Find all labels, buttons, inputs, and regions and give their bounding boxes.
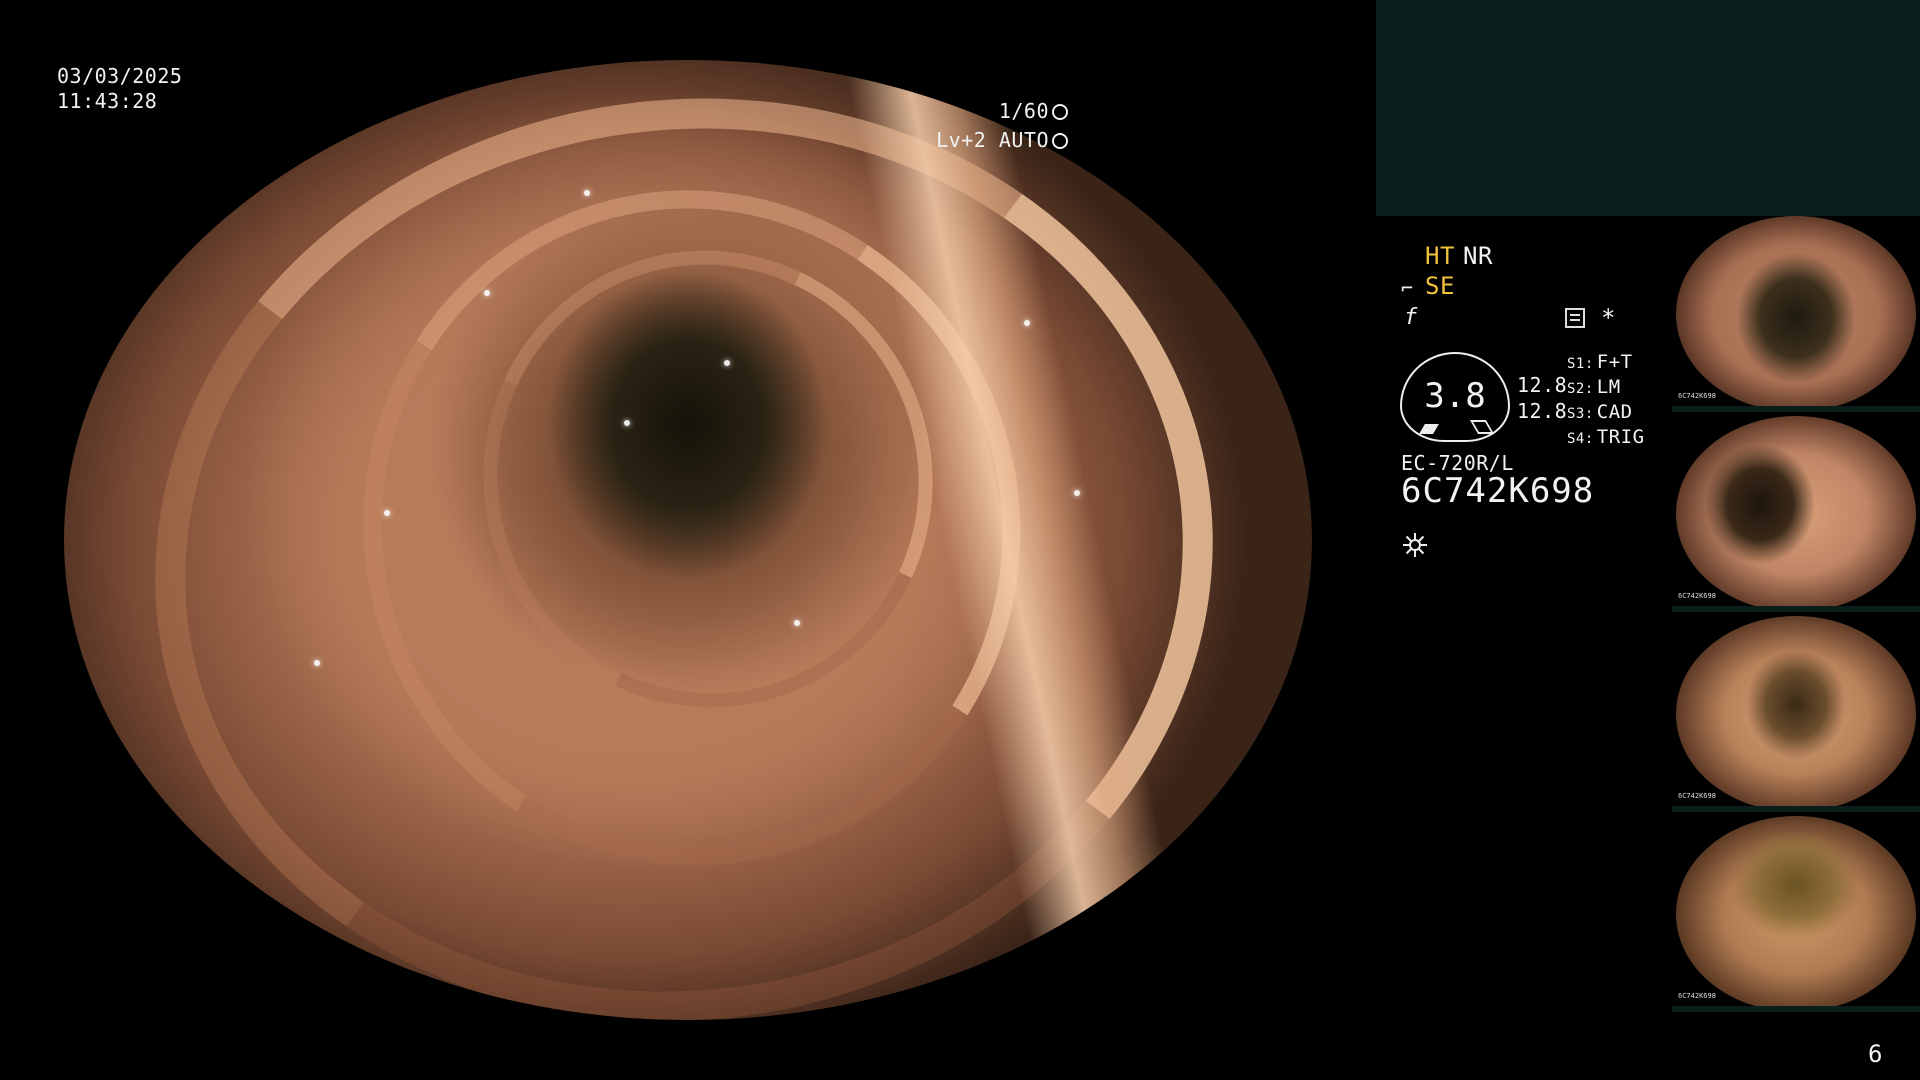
switch-s1-key: S1: bbox=[1567, 356, 1594, 372]
light-reflection bbox=[484, 290, 490, 296]
page-number: 6 bbox=[1868, 1040, 1883, 1068]
switch-s1-value: F+T bbox=[1596, 351, 1633, 373]
light-reflection bbox=[1074, 490, 1080, 496]
shutter-speed: 1/60 bbox=[999, 98, 1068, 125]
date-label: 03/03/2025 bbox=[57, 64, 183, 88]
time-label: 11:43:28 bbox=[57, 89, 158, 113]
gauge-right-top: 12.8 bbox=[1517, 373, 1568, 397]
thumbnail[interactable]: 6C742K698 bbox=[1672, 416, 1920, 612]
zoom-gauge: 3.8 bbox=[1400, 352, 1510, 442]
thumbnail-serial: 6C742K698 bbox=[1678, 792, 1716, 800]
light-reflection bbox=[724, 360, 730, 366]
switch-s3-value: CAD bbox=[1596, 401, 1633, 423]
thumbnail-serial: 6C742K698 bbox=[1678, 392, 1716, 400]
level-value: Lv+2 AUTO bbox=[936, 128, 1049, 152]
gauge-right-bottom: 12.8 bbox=[1517, 399, 1568, 423]
switch-s3-key: S3: bbox=[1567, 406, 1594, 422]
freeze-icon: f bbox=[1404, 305, 1418, 330]
thumbnail-image bbox=[1676, 216, 1916, 412]
light-reflection bbox=[1024, 320, 1030, 326]
endoscope-view bbox=[64, 60, 1312, 1020]
shutter-icon bbox=[1052, 104, 1068, 120]
light-icon bbox=[1403, 533, 1427, 557]
gauge-marker-left bbox=[1419, 424, 1439, 434]
thumbnail[interactable]: 6C742K698 bbox=[1672, 216, 1920, 412]
light-reflection bbox=[624, 420, 630, 426]
memo-icon bbox=[1565, 308, 1585, 328]
star-indicator: * bbox=[1601, 304, 1616, 332]
scope-angle-icon: ⌐ bbox=[1401, 276, 1414, 300]
ht-indicator: HT bbox=[1425, 242, 1455, 270]
light-reflection bbox=[254, 120, 260, 126]
shutter-value: 1/60 bbox=[998, 99, 1049, 123]
light-reflection bbox=[584, 190, 590, 196]
switch-s2-key: S2: bbox=[1567, 381, 1594, 397]
thumbnail-image bbox=[1676, 416, 1916, 612]
switch-s4: S4: TRIG bbox=[1567, 424, 1645, 453]
switch-s4-value: TRIG bbox=[1596, 426, 1645, 448]
light-reflection bbox=[314, 660, 320, 666]
se-indicator: SE bbox=[1425, 272, 1455, 300]
switch-s2-value: LM bbox=[1596, 376, 1621, 398]
thumbnail-serial: 6C742K698 bbox=[1678, 992, 1716, 1000]
info-panel bbox=[1376, 0, 1920, 216]
thumbnail[interactable]: 6C742K698 bbox=[1672, 616, 1920, 812]
thumbnail-bar bbox=[1672, 606, 1920, 612]
thumbnail-bar bbox=[1672, 1006, 1920, 1012]
thumbnail-bar bbox=[1672, 406, 1920, 412]
thumbnail-bar bbox=[1672, 806, 1920, 812]
endoscope-image bbox=[64, 60, 1312, 1020]
switch-s4-key: S4: bbox=[1567, 431, 1594, 447]
nr-indicator: NR bbox=[1463, 242, 1493, 270]
gauge-value: 3.8 bbox=[1424, 376, 1486, 416]
thumbnail-image bbox=[1676, 816, 1916, 1012]
thumbnail-image bbox=[1676, 616, 1916, 812]
thumbnail[interactable]: 6C742K698 bbox=[1672, 816, 1920, 1012]
exposure-level: Lv+2 AUTO bbox=[936, 127, 1068, 154]
thumbnail-serial: 6C742K698 bbox=[1678, 592, 1716, 600]
scope-serial: 6C742K698 bbox=[1401, 471, 1595, 511]
light-reflection bbox=[794, 620, 800, 626]
auto-exposure-icon bbox=[1052, 133, 1068, 149]
light-center bbox=[1409, 539, 1421, 551]
light-reflection bbox=[384, 510, 390, 516]
gauge-marker-right bbox=[1469, 420, 1495, 434]
